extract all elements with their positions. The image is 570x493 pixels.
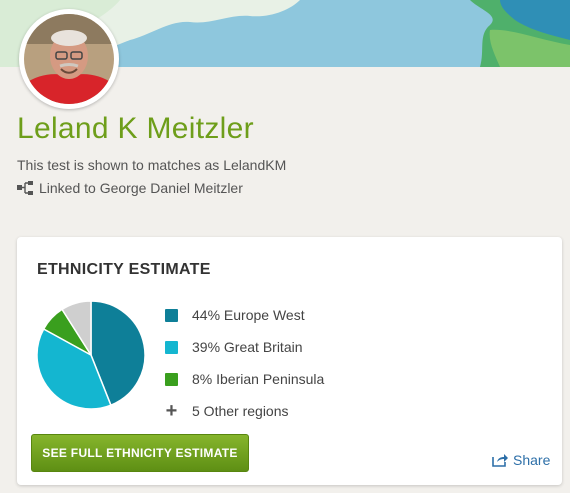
linked-tree-row[interactable]: Linked to George Daniel Meitzler — [17, 180, 243, 196]
swatch-europe-west — [165, 308, 178, 322]
legend-label: 8% Iberian Peninsula — [192, 371, 325, 387]
legend-label: 44% Europe West — [192, 307, 305, 323]
legend-item-great-britain[interactable]: 39% Great Britain — [165, 331, 324, 363]
legend-item-other-regions[interactable]: + 5 Other regions — [165, 395, 324, 427]
ethnicity-estimate-card: ETHNICITY ESTIMATE 44% Europe West 39% G… — [17, 237, 562, 485]
legend-label: 39% Great Britain — [192, 339, 303, 355]
profile-name: Leland K Meitzler — [17, 112, 254, 145]
ethnicity-pie-chart[interactable] — [36, 300, 146, 410]
avatar[interactable] — [19, 9, 119, 109]
share-link[interactable]: Share — [492, 452, 550, 468]
match-display-name-text: This test is shown to matches as LelandK… — [17, 157, 287, 173]
plus-icon: + — [165, 399, 178, 422]
legend-item-iberian-peninsula[interactable]: 8% Iberian Peninsula — [165, 363, 324, 395]
legend-label: 5 Other regions — [192, 403, 289, 419]
card-title: ETHNICITY ESTIMATE — [37, 261, 211, 278]
share-label[interactable]: Share — [513, 452, 550, 468]
see-full-ethnicity-estimate-button[interactable]: SEE FULL ETHNICITY ESTIMATE — [31, 434, 249, 472]
ethnicity-legend: 44% Europe West 39% Great Britain 8% Ibe… — [165, 299, 324, 427]
share-icon — [492, 454, 508, 467]
swatch-iberian-peninsula — [165, 372, 178, 386]
linked-to-text[interactable]: Linked to George Daniel Meitzler — [39, 180, 243, 196]
legend-item-europe-west[interactable]: 44% Europe West — [165, 299, 324, 331]
family-tree-icon — [17, 181, 35, 195]
swatch-great-britain — [165, 340, 178, 354]
